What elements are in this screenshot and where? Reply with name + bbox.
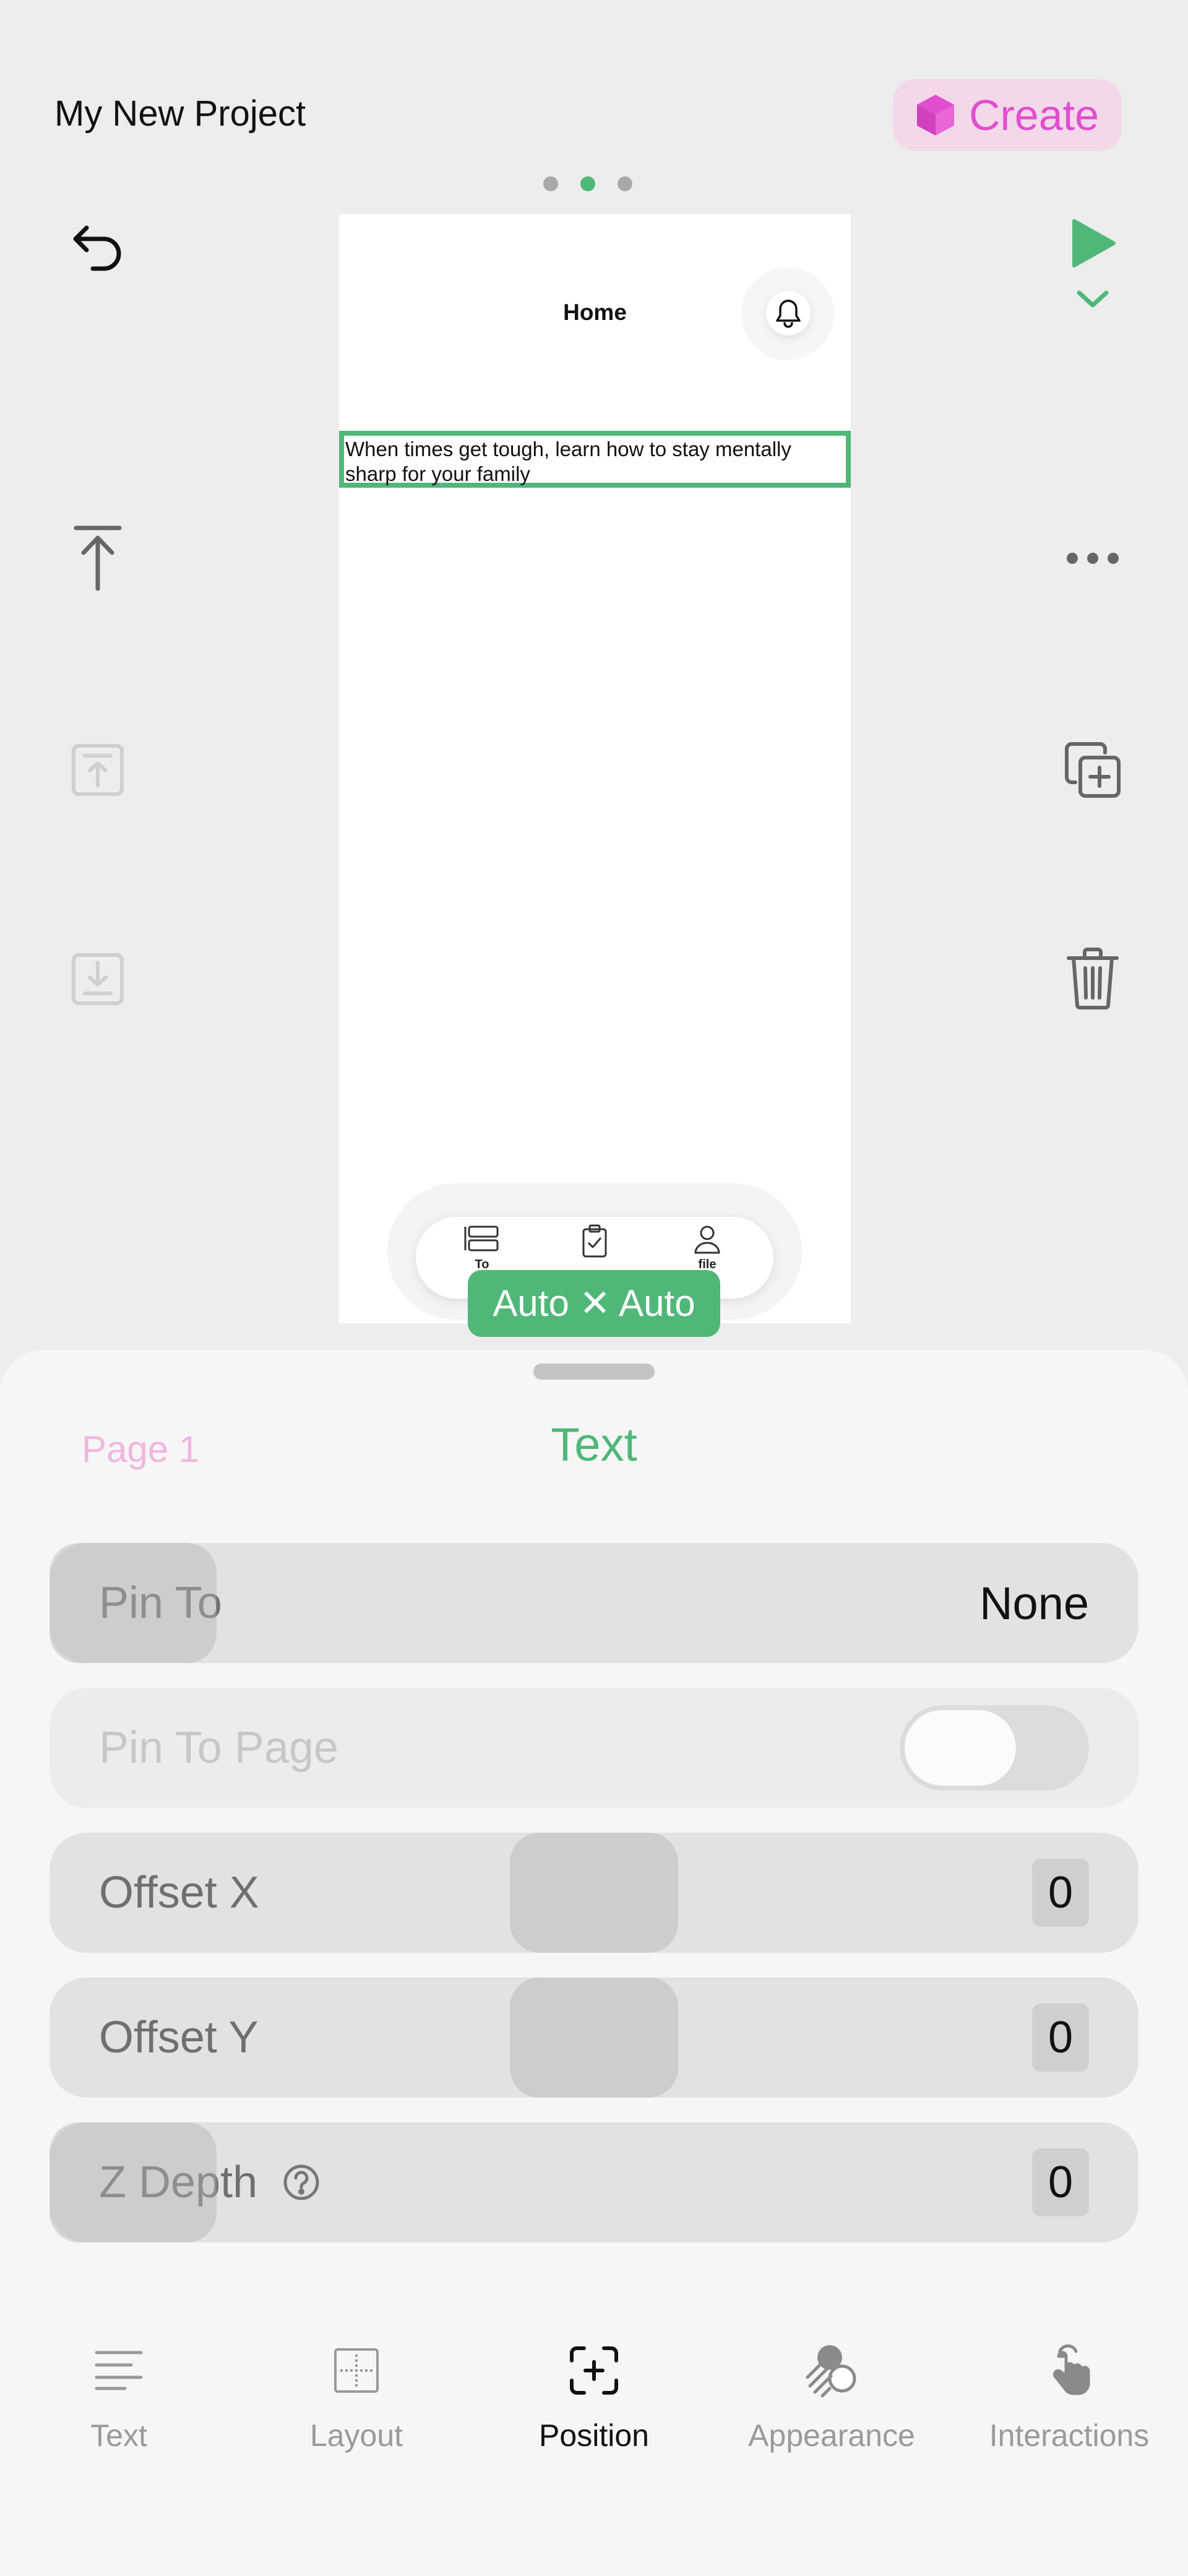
offset-y-input[interactable]: 0 — [1032, 2003, 1089, 2072]
bring-forward-button[interactable] — [61, 733, 135, 807]
tab-label: Interactions — [989, 2418, 1150, 2453]
send-backward-button[interactable] — [61, 942, 135, 1016]
page-dot-active[interactable] — [580, 176, 595, 191]
size-badge[interactable]: Auto ✕ Auto — [468, 1270, 720, 1337]
person-icon — [694, 1225, 720, 1254]
tab-appearance[interactable]: Appearance — [713, 2340, 950, 2453]
undo-icon — [73, 225, 121, 271]
touch-overlay — [510, 1833, 678, 1953]
list-icon — [464, 1225, 499, 1251]
more-icon — [1067, 553, 1119, 564]
pin-to-page-toggle[interactable] — [900, 1705, 1089, 1791]
play-icon — [1072, 219, 1116, 267]
notification-button[interactable] — [766, 291, 811, 335]
offset-x-input[interactable]: 0 — [1032, 1859, 1089, 1927]
bell-icon — [776, 300, 801, 328]
trash-icon — [1067, 948, 1119, 1009]
touch-overlay — [510, 1977, 678, 2098]
interactions-icon — [1052, 2344, 1090, 2395]
duplicate-icon — [1065, 742, 1121, 798]
phone-canvas[interactable]: Home When times get tough, learn how to … — [339, 214, 851, 1323]
canvas-tab-tasks[interactable] — [561, 1224, 629, 1261]
layout-icon — [334, 2348, 379, 2393]
create-label: Create — [968, 91, 1100, 139]
chevron-down-icon — [1077, 290, 1109, 308]
play-button[interactable] — [1056, 209, 1130, 277]
project-title[interactable]: My New Project — [54, 93, 306, 134]
sheet-title: Text — [551, 1419, 637, 1471]
tab-label: Text — [90, 2418, 147, 2453]
appearance-icon — [806, 2345, 856, 2398]
tab-text[interactable]: Text — [0, 2340, 238, 2453]
page-indicator[interactable] — [543, 176, 632, 191]
canvas-tab-todo[interactable]: To — [448, 1224, 516, 1272]
cube-icon — [916, 95, 954, 136]
duplicate-button[interactable] — [1056, 733, 1130, 807]
pin-to-value[interactable]: None — [979, 1577, 1089, 1630]
move-to-top-icon — [74, 525, 122, 591]
bring-forward-icon — [72, 744, 124, 796]
tab-layout[interactable]: Layout — [238, 2340, 475, 2453]
offset-y-label: Offset Y — [99, 2013, 259, 2062]
z-depth-input[interactable]: 0 — [1032, 2148, 1089, 2216]
tab-label: Appearance — [748, 2418, 915, 2453]
move-to-top-button[interactable] — [61, 521, 135, 595]
pin-to-page-row: Pin To Page — [50, 1688, 1138, 1808]
touch-overlay — [50, 1543, 217, 1663]
pin-to-page-label: Pin To Page — [99, 1723, 338, 1773]
tab-label: Position — [539, 2418, 649, 2453]
delete-button[interactable] — [1056, 941, 1130, 1015]
touch-overlay — [50, 2122, 217, 2242]
tab-interactions[interactable]: Interactions — [950, 2340, 1188, 2453]
create-button[interactable]: Create — [893, 79, 1122, 151]
offset-x-label: Offset X — [99, 1868, 259, 1917]
send-backward-icon — [72, 953, 124, 1005]
canvas-tab-profile[interactable]: file — [673, 1224, 741, 1272]
page-dot[interactable] — [543, 176, 558, 191]
tab-label: Layout — [309, 2418, 403, 2453]
play-options-button[interactable] — [1068, 282, 1117, 316]
page-dot[interactable] — [618, 176, 632, 191]
more-button[interactable] — [1056, 527, 1130, 589]
position-icon — [570, 2346, 618, 2395]
undo-button[interactable] — [61, 209, 135, 283]
clipboard-icon — [582, 1224, 607, 1258]
tab-position[interactable]: Position — [475, 2340, 713, 2453]
text-lines-icon — [95, 2351, 143, 2390]
sheet-grabber[interactable] — [533, 1364, 655, 1380]
toggle-knob — [905, 1710, 1016, 1786]
selected-text-element[interactable]: When times get tough, learn how to stay … — [339, 431, 851, 488]
help-icon[interactable] — [282, 2163, 321, 2202]
